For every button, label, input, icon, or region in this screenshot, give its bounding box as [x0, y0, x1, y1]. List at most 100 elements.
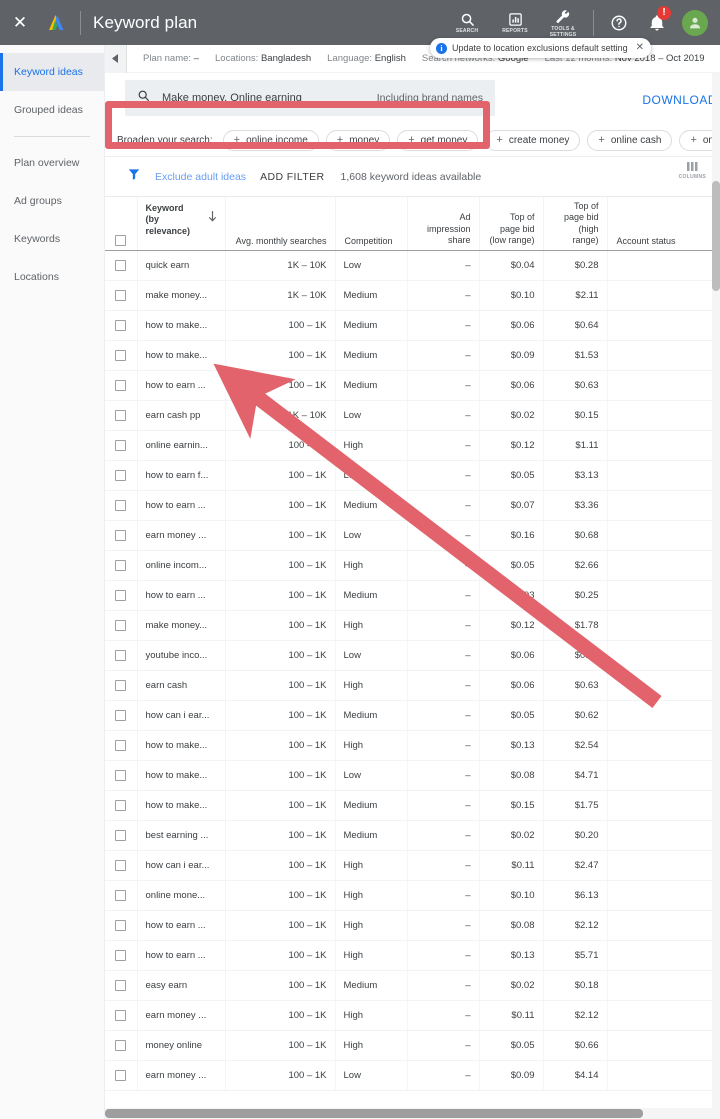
cell-keyword[interactable]: easy earn [137, 970, 226, 1001]
table-row[interactable]: how to make... 100 – 1K Medium – $0.15 $1.75 [105, 790, 720, 821]
column-header-avg-monthly-searches[interactable]: Avg. monthly searches [225, 197, 336, 251]
table-row[interactable]: earn cash pp 1K – 10K Low – $0.02 $0.15 [105, 400, 720, 431]
vertical-scrollbar[interactable] [712, 73, 720, 1119]
row-checkbox[interactable] [115, 589, 127, 601]
table-row[interactable]: online earnin... 100 – 1K High – $0.12 $1.11 [105, 430, 720, 461]
table-row[interactable]: make money... 100 – 1K High – $0.12 $1.78 [105, 610, 720, 641]
cell-keyword[interactable]: online earnin... [137, 430, 226, 461]
exclude-adult-ideas-chip[interactable]: Exclude adult ideas [155, 171, 246, 183]
table-row[interactable]: how to earn ... 100 – 1K High – $0.13 $5.71 [105, 940, 720, 971]
plan-name-field[interactable]: Plan name: – [143, 53, 199, 64]
cell-keyword[interactable]: best earning ... [137, 820, 226, 851]
table-row[interactable]: money online 100 – 1K High – $0.05 $0.66 [105, 1030, 720, 1061]
table-row[interactable]: how can i ear... 100 – 1K High – $0.11 $2.47 [105, 850, 720, 881]
column-header-ad-impression-share[interactable]: Ad impression share [407, 197, 480, 251]
cell-keyword[interactable]: earn money ... [137, 520, 226, 551]
row-checkbox[interactable] [115, 979, 127, 991]
table-row[interactable]: how to make... 100 – 1K Medium – $0.09 $1.53 [105, 340, 720, 371]
sidebar-item-keywords[interactable]: Keywords [0, 220, 104, 258]
toast-close-icon[interactable]: ✕ [636, 43, 644, 53]
row-checkbox[interactable] [115, 409, 127, 421]
table-row[interactable]: how to make... 100 – 1K Medium – $0.06 $0.64 [105, 310, 720, 341]
row-checkbox[interactable] [115, 529, 127, 541]
table-row[interactable]: how to earn ... 100 – 1K Medium – $0.07 $3.36 [105, 490, 720, 521]
table-row[interactable]: best earning ... 100 – 1K Medium – $0.02 $0.2… [105, 820, 720, 851]
download-button[interactable]: DOWNLOAD [642, 93, 717, 107]
cell-keyword[interactable]: earn money ... [137, 1000, 226, 1031]
cell-keyword[interactable]: how to earn ... [137, 940, 226, 971]
column-header-keyword[interactable]: Keyword (by relevance) [137, 197, 226, 251]
table-row[interactable]: quick earn 1K – 10K Low – $0.04 $0.28 [105, 250, 720, 281]
locations-field[interactable]: Locations: Bangladesh [215, 53, 311, 64]
row-checkbox[interactable] [115, 889, 127, 901]
row-checkbox[interactable] [115, 769, 127, 781]
add-filter-button[interactable]: ADD FILTER [260, 171, 324, 183]
sort-descending-icon[interactable] [208, 211, 217, 224]
cell-keyword[interactable]: how to make... [137, 790, 226, 821]
sidebar-item-plan-overview[interactable]: Plan overview [0, 144, 104, 182]
cell-keyword[interactable]: quick earn [137, 250, 226, 281]
cell-keyword[interactable]: how can i ear... [137, 700, 226, 731]
row-checkbox[interactable] [115, 439, 127, 451]
row-checkbox[interactable] [115, 619, 127, 631]
columns-button[interactable]: COLUMNS [679, 161, 706, 180]
cell-keyword[interactable]: how to make... [137, 730, 226, 761]
cell-keyword[interactable]: how to earn ... [137, 490, 226, 521]
sidebar-item-ad-groups[interactable]: Ad groups [0, 182, 104, 220]
cell-keyword[interactable]: money online [137, 1030, 226, 1061]
table-row[interactable]: how to earn ... 100 – 1K Medium – $0.06 $0.63 [105, 370, 720, 401]
row-checkbox[interactable] [115, 1009, 127, 1021]
cell-keyword[interactable]: how to make... [137, 760, 226, 791]
sidebar-item-keyword-ideas[interactable]: Keyword ideas [0, 53, 104, 91]
row-checkbox[interactable] [115, 649, 127, 661]
table-row[interactable]: online incom... 100 – 1K High – $0.05 $2.66 [105, 550, 720, 581]
account-button[interactable] [676, 0, 714, 45]
row-checkbox[interactable] [115, 679, 127, 691]
cell-keyword[interactable]: make money... [137, 610, 226, 641]
cell-keyword[interactable]: earn cash pp [137, 400, 226, 431]
vertical-scrollbar-thumb[interactable] [712, 181, 720, 291]
broaden-chip-money[interactable]: + money [325, 130, 391, 151]
table-row[interactable]: make money... 1K – 10K Medium – $0.10 $2.11 [105, 280, 720, 311]
keyword-search-input[interactable]: Make money, Online earning Including bra… [125, 80, 495, 116]
row-checkbox[interactable] [115, 469, 127, 481]
cell-keyword[interactable]: online incom... [137, 550, 226, 581]
cell-keyword[interactable]: how can i ear... [137, 850, 226, 881]
row-checkbox[interactable] [115, 829, 127, 841]
column-header-competition[interactable]: Competition [335, 197, 408, 251]
collapse-panel-button[interactable] [105, 44, 127, 73]
row-checkbox[interactable] [115, 799, 127, 811]
cell-keyword[interactable]: how to earn ... [137, 580, 226, 611]
cell-keyword[interactable]: how to earn ... [137, 370, 226, 401]
table-row[interactable]: earn money ... 100 – 1K Low – $0.16 $0.68 [105, 520, 720, 551]
table-row[interactable]: how to earn f... 100 – 1K Low – $0.05 $3.13 [105, 460, 720, 491]
table-row[interactable]: how to earn ... 100 – 1K Medium – $0.03 $0.25 [105, 580, 720, 611]
table-row[interactable]: online mone... 100 – 1K High – $0.10 $6.13 [105, 880, 720, 911]
row-checkbox[interactable] [115, 739, 127, 751]
row-checkbox[interactable] [115, 949, 127, 961]
table-row[interactable]: youtube inco... 100 – 1K Low – $0.06 $0.22 [105, 640, 720, 671]
table-row[interactable]: how to make... 100 – 1K High – $0.13 $2.54 [105, 730, 720, 761]
cell-keyword[interactable]: how to make... [137, 340, 226, 371]
language-field[interactable]: Language: English [327, 53, 406, 64]
cell-keyword[interactable]: make money... [137, 280, 226, 311]
row-checkbox[interactable] [115, 259, 127, 271]
horizontal-scrollbar-thumb[interactable] [105, 1109, 643, 1118]
row-checkbox[interactable] [115, 499, 127, 511]
table-row[interactable]: how to make... 100 – 1K Low – $0.08 $4.71 [105, 760, 720, 791]
horizontal-scrollbar[interactable] [105, 1108, 712, 1119]
sidebar-item-grouped-ideas[interactable]: Grouped ideas [0, 91, 104, 129]
sidebar-item-locations[interactable]: Locations [0, 258, 104, 296]
table-row[interactable]: earn money ... 100 – 1K Low – $0.09 $4.14 [105, 1060, 720, 1091]
close-icon[interactable]: ✕ [0, 0, 40, 45]
cell-keyword[interactable]: earn cash [137, 670, 226, 701]
row-checkbox[interactable] [115, 559, 127, 571]
cell-keyword[interactable]: how to earn ... [137, 910, 226, 941]
row-checkbox[interactable] [115, 379, 127, 391]
column-header-top-of-page-bid-low[interactable]: Top of page bid (low range) [479, 197, 544, 251]
row-checkbox[interactable] [115, 919, 127, 931]
row-checkbox[interactable] [115, 709, 127, 721]
table-row[interactable]: earn cash 100 – 1K High – $0.06 $0.63 [105, 670, 720, 701]
filter-funnel-icon[interactable] [127, 167, 141, 186]
row-checkbox[interactable] [115, 319, 127, 331]
